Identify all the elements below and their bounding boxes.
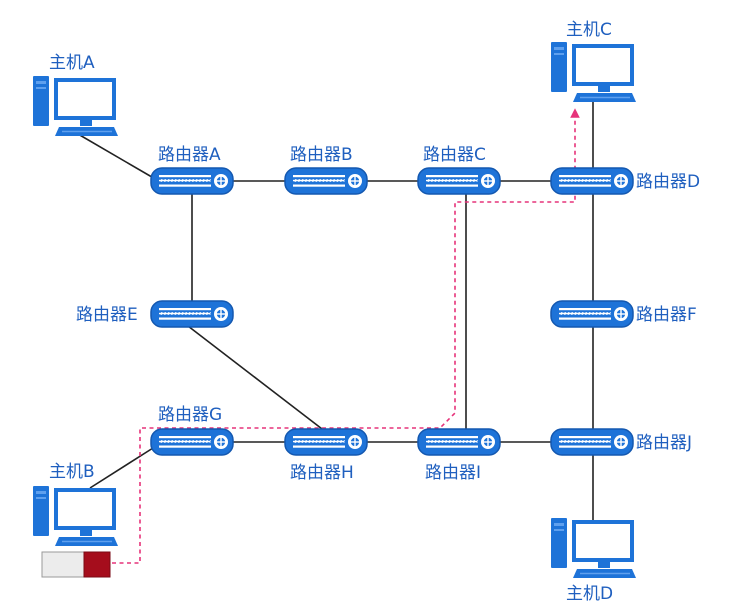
router-e bbox=[150, 300, 234, 328]
packet-icon bbox=[41, 551, 111, 578]
router-d bbox=[550, 167, 634, 195]
host-b-label: 主机B bbox=[49, 462, 95, 482]
router-h bbox=[284, 428, 368, 456]
router-c bbox=[417, 167, 501, 195]
router-i bbox=[417, 428, 501, 456]
host-a-icon bbox=[32, 75, 118, 137]
router-j-label: 路由器J bbox=[636, 433, 693, 453]
router-a bbox=[150, 167, 234, 195]
router-a-label: 路由器A bbox=[158, 145, 221, 165]
router-b-label: 路由器B bbox=[290, 145, 353, 165]
router-f-label: 路由器F bbox=[636, 305, 697, 325]
router-h-label: 路由器H bbox=[290, 463, 354, 483]
router-e-label: 路由器E bbox=[76, 305, 138, 325]
router-g-label: 路由器G bbox=[158, 405, 223, 425]
host-a-label: 主机A bbox=[49, 53, 95, 73]
router-b bbox=[284, 167, 368, 195]
link-routerG-hostB bbox=[89, 447, 154, 489]
host-c-label: 主机C bbox=[566, 20, 612, 40]
router-i-label: 路由器I bbox=[425, 463, 482, 483]
router-g bbox=[150, 428, 234, 456]
router-c-label: 路由器C bbox=[423, 145, 486, 165]
host-b-icon bbox=[32, 485, 118, 547]
router-j bbox=[550, 428, 634, 456]
link-hostA-routerA bbox=[77, 133, 158, 181]
host-c-icon bbox=[550, 41, 636, 103]
host-d-icon bbox=[550, 517, 636, 579]
router-d-label: 路由器D bbox=[636, 172, 701, 192]
router-f bbox=[550, 300, 634, 328]
host-d-label: 主机D bbox=[566, 584, 614, 604]
